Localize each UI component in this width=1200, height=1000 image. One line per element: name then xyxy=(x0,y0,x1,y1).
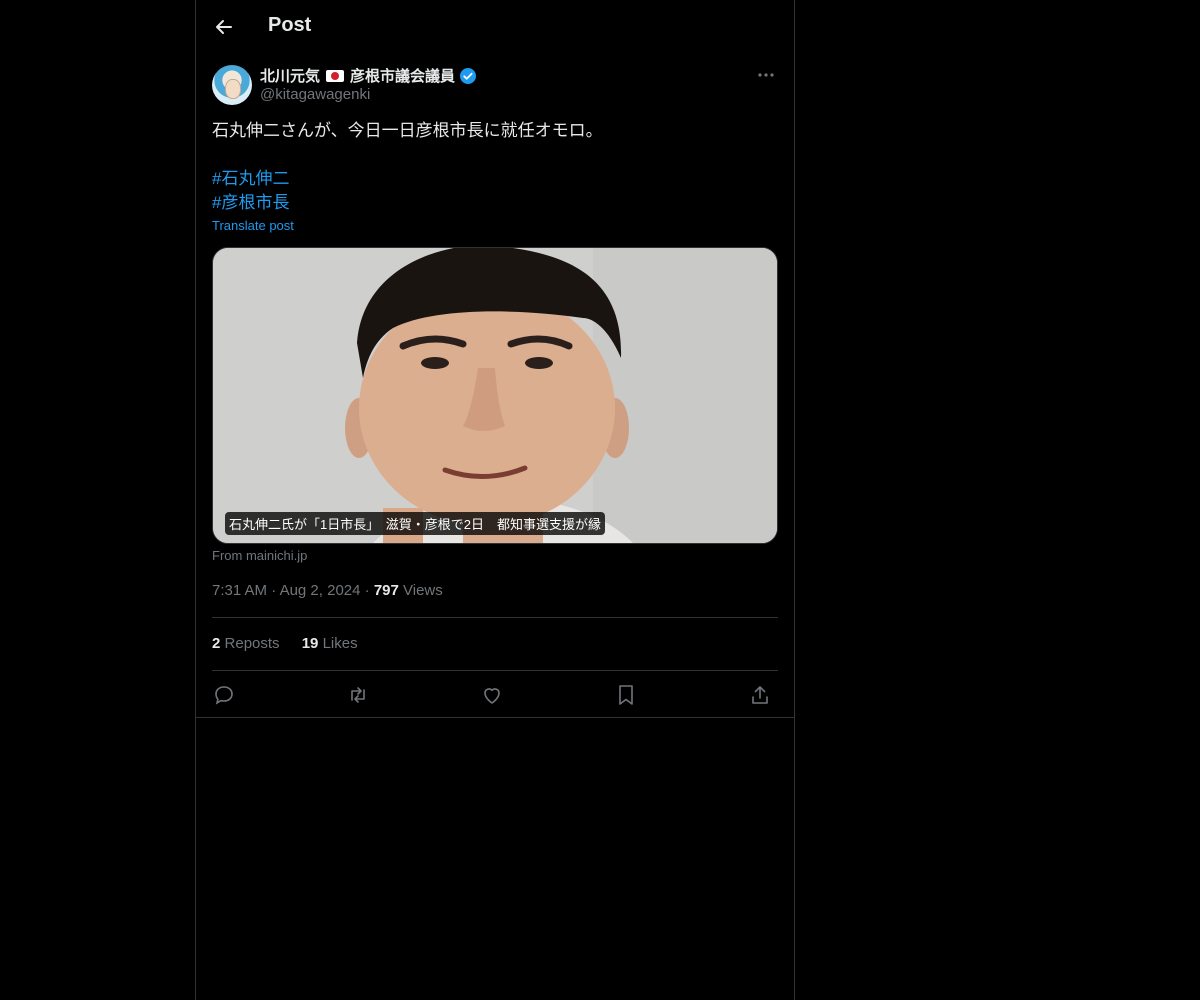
likes-stat[interactable]: 19 Likes xyxy=(302,635,358,652)
post-meta: 7:31 AM · Aug 2, 2024 · 797 Views xyxy=(212,582,443,599)
like-heart-icon[interactable] xyxy=(480,683,504,707)
card-photo xyxy=(213,248,777,543)
author-name: 北川元気 xyxy=(260,68,321,85)
divider xyxy=(196,717,794,718)
views-label: Views xyxy=(403,582,443,599)
verified-badge-icon xyxy=(459,67,477,85)
repost-icon[interactable] xyxy=(346,683,370,707)
divider xyxy=(212,670,778,671)
author-handle[interactable]: @kitagawagenki xyxy=(260,86,370,103)
hashtag-link[interactable]: #石丸伸二 xyxy=(212,167,289,191)
link-card[interactable]: 石丸伸二氏が「1日市長」 滋賀・彦根で2日 都知事選支援が縁 xyxy=(212,247,778,544)
reply-icon[interactable] xyxy=(212,683,236,707)
bookmark-icon[interactable] xyxy=(614,683,638,707)
japan-flag-icon xyxy=(326,69,345,82)
post-time[interactable]: 7:31 AM xyxy=(212,582,267,599)
translate-post-link[interactable]: Translate post xyxy=(212,218,294,233)
page-header: Post xyxy=(196,0,794,54)
more-options-icon[interactable] xyxy=(754,65,778,85)
post-date[interactable]: Aug 2, 2024 xyxy=(280,582,361,599)
page-title: Post xyxy=(268,14,312,36)
post-column: Post 北川元気 彦根市議会議員 @kitagawagenki 石丸伸二さんが… xyxy=(195,0,795,1000)
reposts-stat[interactable]: 2 Reposts xyxy=(212,635,280,652)
author-display-name[interactable]: 北川元気 彦根市議会議員 xyxy=(260,65,477,86)
card-caption: 石丸伸二氏が「1日市長」 滋賀・彦根で2日 都知事選支援が縁 xyxy=(225,512,605,535)
author-title: 彦根市議会議員 xyxy=(350,68,456,85)
share-icon[interactable] xyxy=(748,683,772,707)
hashtag-link[interactable]: #彦根市長 xyxy=(212,191,289,215)
back-arrow-icon[interactable] xyxy=(210,13,238,41)
post-stats: 2 Reposts 19 Likes xyxy=(212,635,376,652)
avatar[interactable] xyxy=(212,65,252,105)
action-bar xyxy=(212,683,778,707)
views-count: 797 xyxy=(373,582,399,599)
post-text: 石丸伸二さんが、今日一日彦根市長に就任オモロ。 xyxy=(212,121,603,140)
post-author: 北川元気 彦根市議会議員 @kitagawagenki xyxy=(212,65,778,109)
card-source[interactable]: From mainichi.jp xyxy=(212,548,307,563)
divider xyxy=(212,617,778,618)
